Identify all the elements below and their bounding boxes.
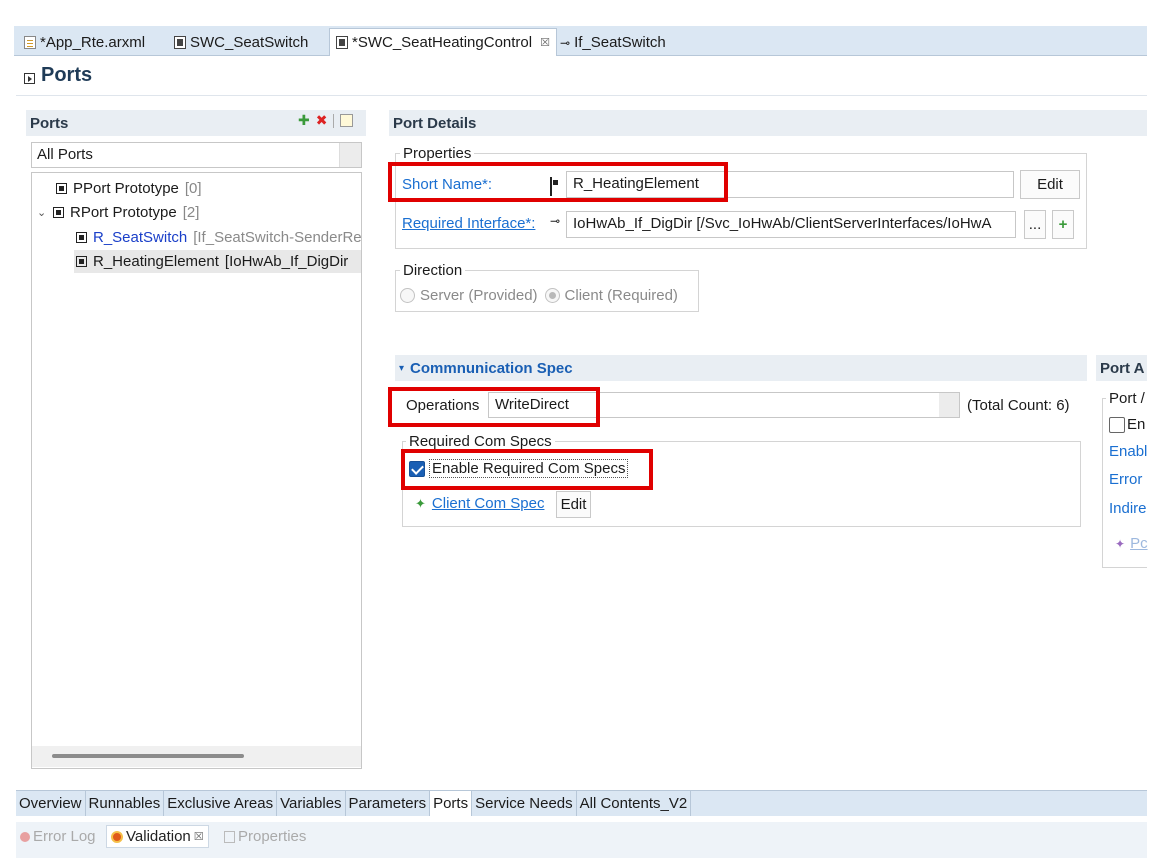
toolbar-separator — [333, 113, 335, 128]
interface-icon: ⊸ — [550, 214, 561, 228]
highlight-operations — [388, 387, 600, 427]
page-tab-variables[interactable]: Variables — [277, 791, 346, 816]
server-radio[interactable] — [400, 288, 415, 303]
annotation-link-2[interactable]: Error — [1109, 471, 1142, 488]
close-tab-icon[interactable]: ☒ — [194, 830, 204, 843]
close-tab-icon[interactable]: ☒ — [540, 36, 550, 49]
interface-icon: ⊸ — [560, 35, 571, 50]
annotation-row: ✦ Pc — [1115, 535, 1148, 552]
properties-icon — [224, 830, 235, 843]
required-interface-link[interactable]: Required Interface*: — [402, 215, 535, 232]
port-annotations-header: Port A — [1096, 355, 1147, 381]
client-com-spec-link[interactable]: Client Com Spec — [432, 495, 545, 512]
direction-group-label: Direction — [400, 262, 466, 279]
expand-chevron-icon[interactable]: ⌄ — [37, 206, 47, 219]
port-annotations-group-label: Port / — [1106, 390, 1148, 407]
editor-tab-app-rte[interactable]: *App_Rte.arxml — [18, 29, 151, 56]
operations-total-count: (Total Count: 6) — [967, 397, 1070, 414]
add-interface-button[interactable]: + — [1052, 210, 1074, 239]
pport-icon — [56, 183, 67, 194]
annotation-link-1[interactable]: Enabl — [1109, 443, 1147, 460]
client-com-spec-row: ✦ Client Com Spec — [415, 495, 544, 512]
editor-tab-bar: *App_Rte.arxml SWC_SeatSwitch *SWC_SeatH… — [14, 26, 1147, 56]
ports-toolbar: ✚ ✖ — [298, 112, 354, 129]
edit-port-icon[interactable] — [340, 114, 354, 127]
annotation-icon: ✦ — [1115, 536, 1126, 551]
client-com-spec-edit-button[interactable]: Edit — [556, 491, 591, 518]
page-tab-all-contents[interactable]: All Contents_V2 — [577, 791, 692, 816]
collapse-toggle-icon[interactable] — [24, 73, 35, 84]
view-tab-validation[interactable]: Validation ☒ — [106, 825, 209, 848]
delete-port-icon[interactable]: ✖ — [316, 112, 328, 129]
add-port-icon[interactable]: ✚ — [298, 112, 310, 129]
validation-icon — [111, 830, 123, 843]
required-interface-input[interactable]: IoHwAb_If_DigDir [/Svc_IoHwAb/ClientServ… — [566, 211, 1016, 238]
page-tab-parameters[interactable]: Parameters — [346, 791, 431, 816]
editor-tab-if-seatswitch[interactable]: ⊸ If_SeatSwitch — [554, 29, 672, 56]
filter-dropdown-button[interactable] — [339, 143, 361, 167]
com-spec-icon: ✦ — [415, 495, 426, 511]
highlight-enable — [401, 449, 653, 490]
view-tab-error-log[interactable]: Error Log — [20, 828, 96, 845]
comm-spec-header[interactable]: ▾ Commnunication Spec — [395, 355, 1087, 381]
client-radio[interactable] — [544, 288, 560, 303]
component-icon — [174, 36, 186, 49]
port-details-header: Port Details — [389, 110, 1147, 136]
required-com-specs-label: Required Com Specs — [406, 433, 555, 450]
tree-item-r-heatingelement[interactable]: R_HeatingElement [IoHwAb_If_DigDir — [74, 250, 361, 273]
editor-page-tabs: Overview Runnables Exclusive Areas Varia… — [16, 790, 1147, 816]
annotation-link-3[interactable]: Indire — [1109, 500, 1147, 517]
properties-group-label: Properties — [400, 145, 475, 162]
view-tab-bar: Error Log Validation ☒ Properties — [16, 822, 1147, 858]
title-divider — [16, 95, 1147, 96]
tree-node-pport[interactable]: PPort Prototype [0] — [56, 177, 202, 200]
port-icon — [76, 232, 87, 243]
tree-node-rport[interactable]: ⌄ RPort Prototype [2] — [37, 201, 199, 224]
short-name-edit-button[interactable]: Edit — [1020, 170, 1080, 199]
collapse-chevron-icon: ▾ — [399, 362, 405, 374]
component-icon — [336, 36, 348, 49]
page-tab-service-needs[interactable]: Service Needs — [472, 791, 577, 816]
operations-dropdown-button[interactable] — [939, 393, 959, 417]
editor-tab-swc-seatswitch[interactable]: SWC_SeatSwitch — [168, 29, 314, 56]
file-icon — [24, 36, 36, 49]
direction-radios: Server (Provided) Client (Required) — [400, 287, 678, 304]
page-tab-runnables[interactable]: Runnables — [86, 791, 165, 816]
ports-tree: PPort Prototype [0] ⌄ RPort Prototype [2… — [31, 172, 362, 769]
rport-icon — [53, 207, 64, 218]
tree-item-r-seatswitch[interactable]: R_SeatSwitch [If_SeatSwitch-SenderRe — [76, 226, 361, 249]
annotation-link-4[interactable]: Pc — [1130, 535, 1148, 552]
page-title: Ports — [24, 64, 92, 87]
annotation-enable-checkbox[interactable] — [1109, 416, 1125, 433]
editor-tab-swc-seatheatingcontrol[interactable]: *SWC_SeatHeatingControl ☒ — [329, 28, 557, 56]
page-tab-exclusive-areas[interactable]: Exclusive Areas — [164, 791, 278, 816]
page-tab-overview[interactable]: Overview — [16, 791, 86, 816]
error-log-icon — [20, 831, 30, 842]
browse-interface-button[interactable]: ... — [1024, 210, 1046, 239]
highlight-short-name — [388, 162, 728, 202]
tree-scrollbar-thumb[interactable] — [52, 754, 244, 758]
view-tab-properties[interactable]: Properties — [224, 828, 306, 845]
port-icon — [76, 256, 87, 267]
ports-filter-select[interactable]: All Ports — [31, 142, 362, 168]
annotation-enable[interactable]: En — [1109, 416, 1145, 433]
page-tab-ports[interactable]: Ports — [430, 791, 473, 816]
